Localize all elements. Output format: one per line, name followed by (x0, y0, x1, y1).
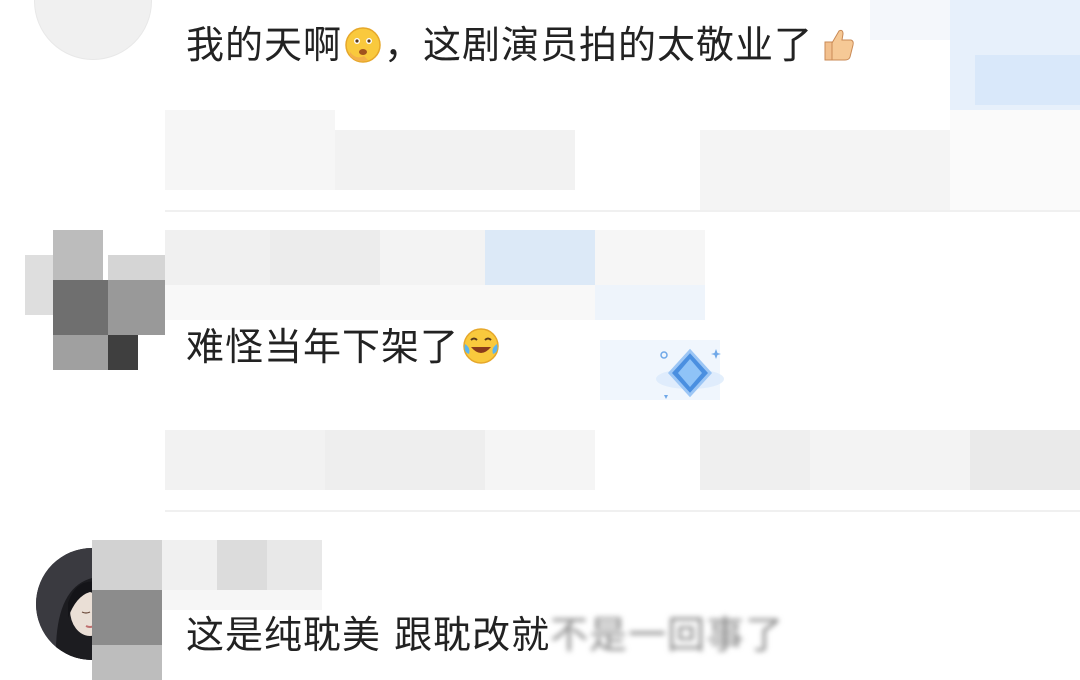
diamond-badge-icon[interactable] (650, 345, 730, 405)
mosaic-block (165, 110, 335, 190)
comment-1-part-1: 我的天啊 (186, 23, 343, 67)
mosaic-block (162, 590, 322, 610)
laughing-tears-emoji (461, 326, 501, 366)
mosaic-block (92, 645, 162, 680)
mosaic-block (165, 430, 325, 490)
mosaic-block (700, 430, 810, 490)
comment-3-blurred-tail: 不是一回事了 (550, 613, 785, 657)
mosaic-block (975, 55, 1080, 105)
mosaic-block (485, 430, 595, 490)
comment-3-part-1: 这是纯耽美 跟耽改就 (186, 613, 551, 657)
mosaic-block (92, 590, 162, 645)
comment-2: 难怪当年下架了 (0, 210, 1080, 520)
flushed-face-emoji (344, 26, 382, 64)
comment-2-part-1: 难怪当年下架了 (186, 325, 460, 369)
mosaic-block (380, 230, 485, 285)
mosaic-block (217, 540, 267, 590)
comment-3-text: 这是纯耽美 跟耽改就不是一回事了 (186, 612, 784, 658)
mosaic-block (267, 540, 322, 590)
mosaic-block (162, 540, 217, 590)
mosaic-block (700, 130, 950, 210)
mosaic-block (165, 285, 595, 320)
mosaic-block (970, 430, 1080, 490)
divider (165, 510, 1080, 512)
mosaic-block (595, 285, 705, 320)
comment-2-text: 难怪当年下架了 (186, 324, 501, 370)
mosaic-block (270, 230, 380, 285)
mosaic-block (595, 230, 705, 285)
mosaic-block (870, 0, 950, 40)
mosaic-block (165, 230, 270, 285)
mosaic-block (92, 540, 162, 590)
thumbs-up-emoji (817, 24, 857, 64)
mosaic-block (325, 430, 485, 490)
mosaic-block (335, 130, 575, 190)
mosaic-block (810, 430, 970, 490)
mosaic-block (950, 110, 1080, 210)
avatar[interactable] (34, 0, 152, 60)
avatar[interactable] (25, 230, 165, 370)
comment-3: 这是纯耽美 跟耽改就不是一回事了 (0, 520, 1080, 680)
comment-1-part-2: ，这剧演员拍的太敬业了 (384, 23, 814, 67)
comment-1-text: 我的天啊 ，这剧演员拍的太敬业了 (186, 22, 857, 68)
comment-1: 我的天啊 ，这剧演员拍的太敬业了 (0, 0, 1080, 210)
